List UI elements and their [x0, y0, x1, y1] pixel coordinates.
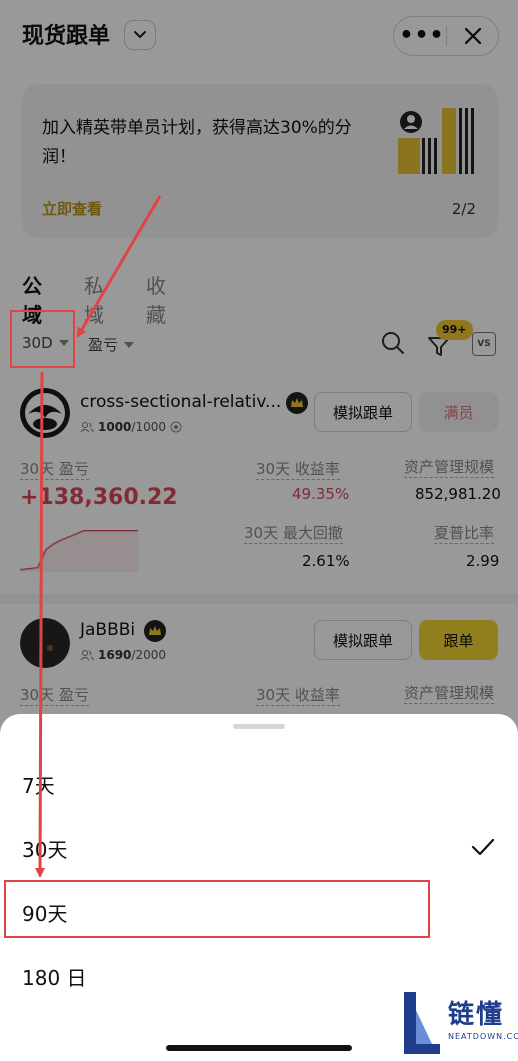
copy-trading-page: 现货跟单 ••• 加入精英带单员计划，获得高达30%的分润！ 立即查看 2/2	[0, 0, 518, 1061]
home-indicator	[166, 1045, 352, 1051]
option-label: 7天	[22, 774, 55, 798]
sheet-handle[interactable]	[233, 724, 285, 729]
option-label: 30天	[22, 838, 68, 862]
option-label: 180 日	[22, 966, 87, 990]
check-icon	[471, 838, 495, 856]
watermark-subtext: NEATDOWN.COM	[448, 1032, 518, 1041]
period-option-7d[interactable]: 7天	[0, 754, 518, 814]
annotation-box-period-filter	[10, 310, 75, 368]
annotation-box-90d-option	[4, 880, 430, 938]
watermark-logo: 链懂 NEATDOWN.COM	[402, 990, 518, 1056]
period-option-30d[interactable]: 30天	[0, 818, 518, 878]
brand-logo-icon	[404, 992, 440, 1054]
watermark-text: 链懂	[448, 1000, 505, 1030]
